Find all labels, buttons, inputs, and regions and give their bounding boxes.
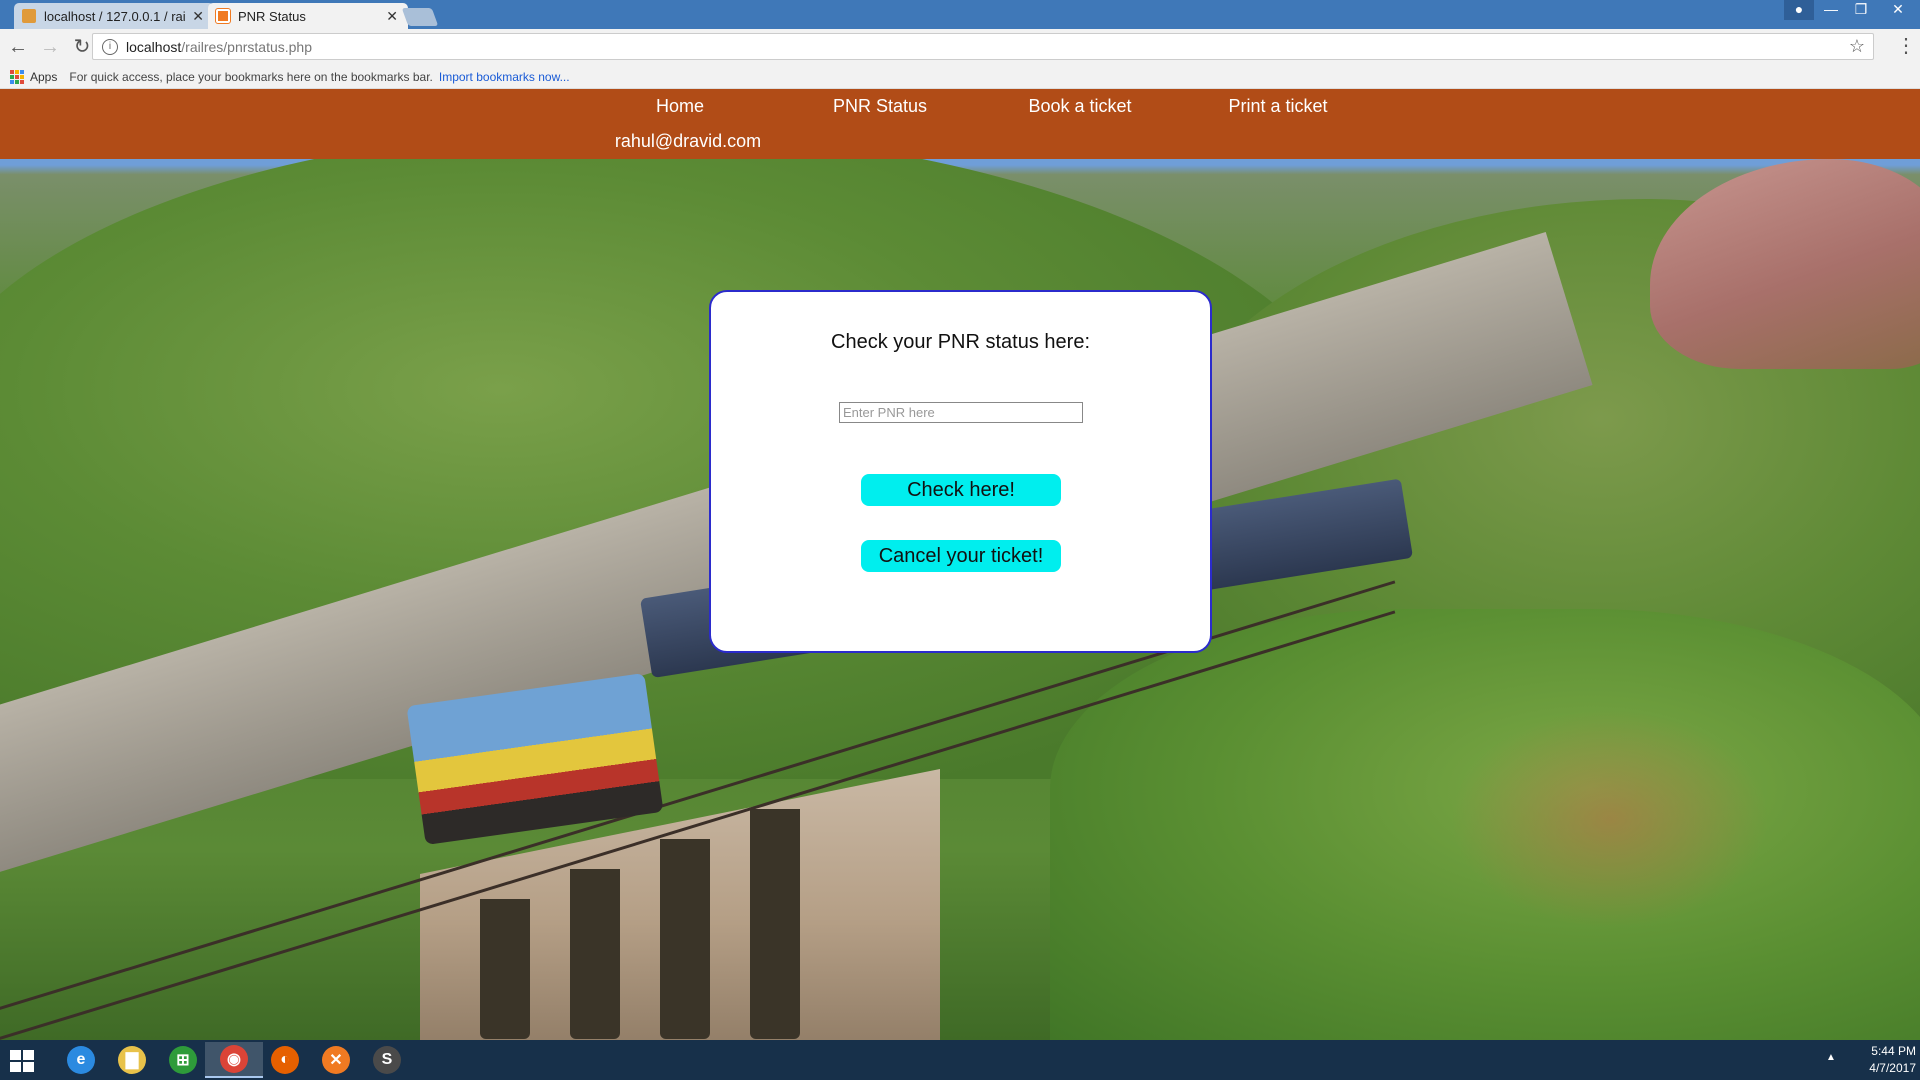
taskbar-sublime-text-button[interactable]: S [358, 1042, 416, 1078]
taskbar-firefox-button[interactable]: ◐ [256, 1042, 314, 1078]
firefox-icon: ◐ [271, 1046, 299, 1074]
card-title: Check your PNR status here: [831, 331, 1090, 353]
check-pnr-button[interactable]: Check here! [861, 474, 1061, 506]
nav-user-email[interactable]: rahul@dravid.com [588, 131, 788, 151]
user-profile-icon[interactable]: ● [1784, 0, 1814, 20]
import-bookmarks-link[interactable]: Import bookmarks now... [439, 70, 570, 84]
phpmyadmin-favicon-icon [22, 9, 36, 23]
close-tab-icon[interactable]: ✕ [192, 8, 204, 25]
forward-icon[interactable]: → [36, 33, 64, 61]
bookmark-star-icon[interactable]: ☆ [1849, 36, 1865, 57]
browser-toolbar: ← → ↻ i localhost/railres/pnrstatus.php … [0, 29, 1920, 65]
url-path: /railres/pnrstatus.php [181, 38, 312, 55]
windows-taskbar: e ▇ ⊞ ◉ ◐ ✕ S ▲ 5:44 PM 4/7/2017 [0, 1040, 1920, 1080]
taskbar-xampp-button[interactable]: ✕ [307, 1042, 365, 1078]
maximize-icon[interactable]: ❐ [1846, 0, 1876, 20]
internet-explorer-icon: e [67, 1046, 95, 1074]
url-text: localhost/railres/pnrstatus.php [126, 39, 312, 55]
page-viewport: Home PNR Status Book a ticket Print a ti… [0, 89, 1920, 1040]
pnr-input[interactable] [839, 402, 1083, 423]
browser-tabstrip: localhost / 127.0.0.1 / rai ✕ PNR Status… [0, 0, 1920, 29]
file-explorer-icon: ▇ [118, 1046, 146, 1074]
taskbar-store-button[interactable]: ⊞ [154, 1042, 212, 1078]
xampp-icon: ✕ [322, 1046, 350, 1074]
nav-print-ticket-link[interactable]: Print a ticket [1178, 96, 1378, 116]
back-icon[interactable]: ← [4, 33, 32, 61]
rocky-peak [1650, 159, 1920, 369]
tab-title: localhost / 127.0.0.1 / rai [44, 8, 186, 24]
browser-menu-icon[interactable]: ⋮ [1896, 33, 1916, 58]
nav-home-link[interactable]: Home [580, 96, 780, 116]
bookmarks-hint: For quick access, place your bookmarks h… [69, 69, 433, 84]
url-host: localhost [126, 38, 182, 55]
taskbar-file-explorer-button[interactable]: ▇ [103, 1042, 161, 1078]
address-bar[interactable]: i localhost/railres/pnrstatus.php ☆ [92, 33, 1874, 60]
windows-start-icon[interactable] [10, 1050, 34, 1072]
store-icon: ⊞ [169, 1046, 197, 1074]
tab-title: PNR Status [238, 8, 306, 24]
nav-pnr-status-link[interactable]: PNR Status [780, 96, 980, 116]
nav-book-ticket-link[interactable]: Book a ticket [980, 96, 1180, 116]
clock-time: 5:44 PM [1871, 1044, 1916, 1058]
new-tab-button[interactable] [401, 8, 439, 26]
bookmarks-bar: Apps For quick access, place your bookma… [0, 65, 1920, 89]
apps-link[interactable]: Apps [30, 70, 57, 84]
minimize-icon[interactable]: — [1816, 0, 1846, 20]
close-tab-icon[interactable]: ✕ [386, 8, 398, 25]
tab-phpmyadmin[interactable]: localhost / 127.0.0.1 / rai ✕ [14, 3, 214, 29]
tray-expand-icon[interactable]: ▲ [1826, 1052, 1836, 1063]
system-clock[interactable]: 5:44 PM 4/7/2017 [1840, 1043, 1916, 1077]
pnr-status-card: Check your PNR status here: Check here! … [709, 290, 1212, 653]
taskbar-internet-explorer-button[interactable]: e [52, 1042, 110, 1078]
cancel-ticket-button[interactable]: Cancel your ticket! [861, 540, 1061, 572]
clock-date: 4/7/2017 [1869, 1061, 1916, 1075]
taskbar-chrome-button[interactable]: ◉ [205, 1042, 263, 1078]
dirt-patch [1450, 709, 1770, 929]
tab-pnr-status[interactable]: PNR Status ✕ [208, 3, 408, 29]
site-info-icon[interactable]: i [102, 38, 118, 55]
close-window-icon[interactable]: ✕ [1876, 0, 1920, 20]
apps-grid-icon[interactable] [10, 69, 24, 84]
chrome-icon: ◉ [220, 1045, 248, 1073]
sublime-text-icon: S [373, 1046, 401, 1074]
xampp-favicon-icon [215, 8, 231, 24]
site-navbar: Home PNR Status Book a ticket Print a ti… [0, 89, 1920, 159]
